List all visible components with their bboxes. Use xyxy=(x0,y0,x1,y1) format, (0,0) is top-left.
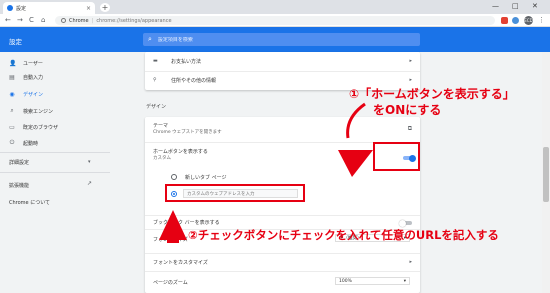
sidebar-item-label: 検索エンジン xyxy=(23,108,54,115)
office-extension-icon[interactable] xyxy=(501,17,508,24)
page-zoom-value: 100% xyxy=(339,278,352,284)
close-window-icon[interactable]: ✕ xyxy=(532,2,538,10)
sidebar-item-default-browser[interactable]: ▭ 既定のブラウザ xyxy=(9,122,58,132)
credit-card-icon: ▬ xyxy=(153,58,158,64)
tab-title: 設定 xyxy=(16,5,27,12)
sidebar-item-extensions[interactable]: 拡張機能 xyxy=(9,182,29,189)
page-zoom-select[interactable]: 100% ▾ xyxy=(335,277,410,285)
forward-icon[interactable]: → xyxy=(17,16,23,24)
tab-settings[interactable]: 設定 × xyxy=(3,2,95,14)
title-bar: 設定 × + — □ ✕ xyxy=(0,0,550,14)
sidebar-item-about[interactable]: Chrome について xyxy=(9,199,50,206)
sidebar-item-advanced[interactable]: 詳細設定 xyxy=(9,159,29,166)
customize-fonts-row[interactable]: フォントをカスタマイズ ▸ xyxy=(145,253,420,269)
font-size-label: フォントサイズ xyxy=(153,237,188,243)
annotation-box-url xyxy=(165,184,305,202)
toggle-knob xyxy=(399,219,406,227)
minimize-icon[interactable]: — xyxy=(492,2,499,10)
home-icon[interactable]: ⌂ xyxy=(41,16,45,24)
power-icon: ⏻ xyxy=(9,139,15,146)
address-bar-separator: | xyxy=(91,17,94,24)
search-icon: ⌕ xyxy=(10,107,14,114)
settings-sidebar: 👤 ユーザー ▤ 自動入力 ◉ デザイン ⌕ 検索エンジン ▭ 既定のブラウザ … xyxy=(0,52,110,293)
new-tab-button[interactable]: + xyxy=(100,3,110,12)
tab-close-icon[interactable]: × xyxy=(86,5,91,12)
sidebar-divider xyxy=(0,152,110,153)
extension-icon[interactable] xyxy=(512,17,519,24)
radio-new-tab[interactable] xyxy=(171,174,177,180)
home-button-label: ホームボタンを表示する xyxy=(153,149,208,155)
sidebar-item-appearance[interactable]: ◉ デザイン xyxy=(9,89,43,99)
chrome-menu-icon[interactable]: ⋮ xyxy=(538,16,545,24)
sidebar-item-label: ユーザー xyxy=(23,60,43,67)
theme-sublabel: Chrome ウェブストアを開きます xyxy=(153,130,222,135)
palette-icon: ◉ xyxy=(9,90,15,98)
section-heading-appearance: デザイン xyxy=(146,104,167,110)
scrollbar-thumb[interactable] xyxy=(543,147,549,202)
customize-fonts-label: フォントをカスタマイズ xyxy=(153,260,208,266)
home-button-sublabel: カスタム xyxy=(153,156,171,161)
autofill-icon: ▤ xyxy=(9,73,15,81)
chevron-down-icon: ▾ xyxy=(403,278,406,284)
open-in-new-icon[interactable]: ↗ xyxy=(87,180,92,187)
page-zoom-row[interactable]: ページのズーム 100% ▾ xyxy=(145,271,420,291)
sidebar-item-label: 既定のブラウザ xyxy=(23,124,59,131)
back-icon[interactable]: ← xyxy=(5,16,11,24)
page-title: 設定 xyxy=(9,38,22,46)
annotation-step1-line1: ①「ホームボタンを表示する」 xyxy=(349,87,515,101)
person-icon: 👤 xyxy=(9,59,17,67)
sidebar-item-people[interactable]: 👤 ユーザー xyxy=(9,58,43,68)
sidebar-item-label: デザイン xyxy=(23,91,44,98)
chevron-right-icon: ▸ xyxy=(409,77,412,83)
search-input[interactable] xyxy=(157,36,358,43)
settings-header: 設定 ⌕ xyxy=(0,27,550,52)
search-icon: ⌕ xyxy=(148,35,152,43)
sidebar-item-on-startup[interactable]: ⏻ 起動時 xyxy=(9,138,38,148)
bookmarks-bar-label: ブックマーク バーを表示する xyxy=(153,220,220,226)
address-bar-label: Chrome xyxy=(69,17,89,24)
browser-toolbar: ← → C ⌂ Chrome | chrome://settings/appea… xyxy=(0,14,550,27)
sidebar-item-label: 起動時 xyxy=(23,140,39,147)
sidebar-item-label: 自動入力 xyxy=(23,74,44,81)
annotation-box-toggle xyxy=(373,142,420,171)
annotation-step1-line2: をONにする xyxy=(373,103,442,117)
site-info-icon[interactable] xyxy=(61,18,66,23)
settings-favicon-icon xyxy=(7,5,13,11)
payment-methods-label: お支払い方法 xyxy=(171,59,202,65)
theme-label: テーマ xyxy=(153,123,169,129)
address-bar-url[interactable]: chrome://settings/appearance xyxy=(96,18,171,24)
address-bar[interactable]: Chrome | chrome://settings/appearance xyxy=(55,16,495,25)
bookmarks-bar-toggle[interactable] xyxy=(399,219,412,227)
page-zoom-label: ページのズーム xyxy=(153,280,188,286)
profile-avatar[interactable]: ECD xyxy=(524,16,533,25)
payment-methods-row[interactable]: ▬ お支払い方法 ▸ xyxy=(145,52,420,70)
open-in-new-icon[interactable]: ⧉ xyxy=(408,125,412,133)
chevron-down-icon[interactable]: ▾ xyxy=(88,159,91,165)
sidebar-divider xyxy=(0,172,110,173)
chevron-right-icon: ▸ xyxy=(409,58,412,64)
settings-search[interactable]: ⌕ xyxy=(143,33,420,46)
theme-row[interactable]: テーマ Chrome ウェブストアを開きます ⧉ xyxy=(145,117,420,142)
reload-icon[interactable]: C xyxy=(29,16,34,24)
chevron-right-icon: ▸ xyxy=(409,259,412,265)
annotation-step2: ②チェックボタンにチェックを入れて任意のURLを記入する xyxy=(188,228,499,242)
addresses-label: 住所やその他の情報 xyxy=(171,78,217,84)
maximize-icon[interactable]: □ xyxy=(512,2,519,10)
location-pin-icon: ⚲ xyxy=(153,77,157,83)
sidebar-item-search-engine[interactable]: ⌕ 検索エンジン xyxy=(9,106,53,116)
page-scrollbar[interactable] xyxy=(542,52,550,293)
radio-new-tab-row[interactable]: 新しいタブ ページ xyxy=(145,171,420,183)
radio-new-tab-label: 新しいタブ ページ xyxy=(185,175,227,181)
browser-icon: ▭ xyxy=(9,123,15,131)
sidebar-item-autofill[interactable]: ▤ 自動入力 xyxy=(9,72,43,82)
